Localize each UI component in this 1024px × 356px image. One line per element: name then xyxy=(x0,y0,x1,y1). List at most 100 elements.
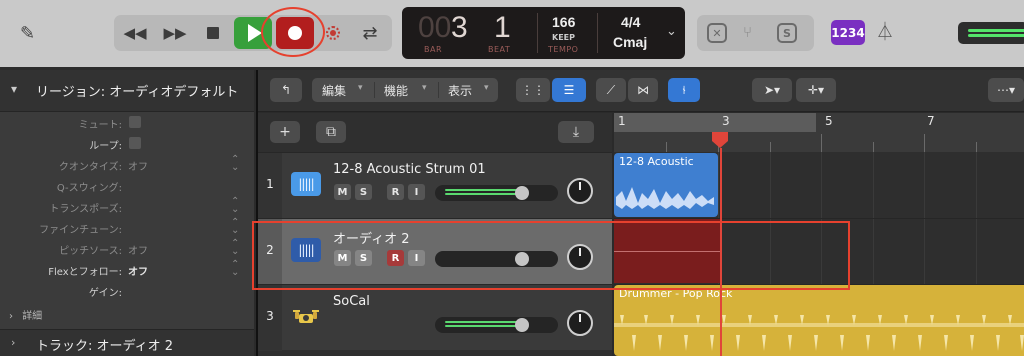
divider xyxy=(438,82,439,98)
metronome-icon[interactable]: ⏃ xyxy=(876,18,894,44)
disclosure-chevron-icon[interactable]: ▾ xyxy=(11,82,17,96)
master-level-meter xyxy=(958,22,1024,44)
key-value: Cmaj xyxy=(613,34,648,50)
chevron-right-icon[interactable]: › xyxy=(11,336,15,349)
loop-checkbox[interactable] xyxy=(129,137,141,149)
chevron-down-icon: ▾ xyxy=(358,83,363,93)
mute-button[interactable]: M xyxy=(334,184,351,200)
crosshair-icon: ✛▾ xyxy=(807,83,825,97)
track-name[interactable]: SoCal xyxy=(333,294,370,309)
volume-knob[interactable] xyxy=(515,318,529,332)
param-label: Q-スウィング: xyxy=(56,183,122,194)
menu-edit[interactable]: 編集 xyxy=(322,82,346,99)
lcd-display[interactable]: 00 3 1 BAR BEAT 166 KEEP TEMPO 4/4 Cmaj … xyxy=(402,7,685,59)
waveform-icon: ||||| xyxy=(298,177,314,191)
drummer-region[interactable]: Drummer - Pop Rock xyxy=(614,285,1024,356)
bar-leading-zeros: 00 xyxy=(418,11,452,44)
low-latency-icon[interactable]: ✕ xyxy=(707,23,727,43)
drum-kit-icon[interactable] xyxy=(291,304,321,328)
quantize-value[interactable]: オフ xyxy=(128,158,148,173)
detail-disclosure[interactable]: › 詳細 xyxy=(9,307,42,322)
snap-button[interactable]: ⫮ xyxy=(668,78,700,102)
stepper-icon[interactable]: ⌃ ⌄ xyxy=(231,155,239,173)
back-button[interactable]: ↰ xyxy=(270,78,302,102)
add-track-button[interactable]: + xyxy=(270,121,300,143)
secondary-tool-button[interactable]: ✛▾ xyxy=(796,78,836,102)
pan-knob[interactable] xyxy=(567,310,593,336)
selection-highlight-box xyxy=(252,221,850,290)
track-name[interactable]: 12-8 Acoustic Strum 01 xyxy=(333,162,486,177)
list-view-button[interactable]: ☰ xyxy=(552,78,586,102)
stepper-icon[interactable]: ⌃ ⌄ xyxy=(231,218,239,236)
fast-forward-button[interactable]: ▶▶ xyxy=(158,15,192,51)
tuner-icon[interactable]: ⑂ xyxy=(743,23,752,41)
volume-slider[interactable] xyxy=(435,317,558,333)
drum-hits-graphic xyxy=(614,315,1024,351)
mute-checkbox[interactable] xyxy=(129,116,141,128)
pitch-source-value[interactable]: オフ xyxy=(128,242,148,257)
list-icon: ☰ xyxy=(563,83,575,97)
solo-mode-icon[interactable]: S xyxy=(777,23,797,43)
beat-label: BEAT xyxy=(488,45,511,54)
lcd-chevron-down-icon[interactable]: ⌄ xyxy=(666,24,677,39)
stepper-icon[interactable]: ⌃ ⌄ xyxy=(231,197,239,215)
input-monitor-button[interactable]: I xyxy=(408,184,425,200)
arrow-up-icon: ↰ xyxy=(280,83,292,97)
param-flex-follow: Flexとフォロー: オフ ⌃ ⌄ xyxy=(0,259,254,280)
solo-button[interactable]: S xyxy=(355,184,372,200)
pan-knob[interactable] xyxy=(567,178,593,204)
cycle-region[interactable] xyxy=(614,113,816,132)
track-row[interactable]: 3 SoCal xyxy=(258,284,612,351)
automation-icon: ⟋ xyxy=(606,82,616,97)
duplicate-track-button[interactable]: ⧉ xyxy=(316,121,346,143)
cycle-button[interactable]: ⇄ xyxy=(354,15,386,51)
flex-follow-value[interactable]: オフ xyxy=(128,263,148,278)
ruler-tick xyxy=(873,142,874,152)
track-icon[interactable]: ||||| xyxy=(291,172,321,196)
volume-meter-right xyxy=(445,193,519,195)
timeline-ruler[interactable]: 1 3 5 7 xyxy=(614,113,1024,152)
param-q-swing: Q-スウィング: xyxy=(0,175,254,196)
tempo-label: TEMPO xyxy=(548,45,579,54)
ruler-marker: 1 xyxy=(618,114,626,128)
region-inspector-header[interactable]: ▾ リージョン: オーディオデフォルト xyxy=(0,70,254,112)
audio-region[interactable]: 12-8 Acoustic xyxy=(614,153,718,217)
download-button[interactable]: ⤓ xyxy=(558,121,594,143)
time-signature: 4/4 xyxy=(621,14,641,30)
menu-functions[interactable]: 機能 xyxy=(384,82,408,99)
plus-icon: + xyxy=(279,124,291,140)
stepper-icon[interactable]: ⌃ ⌄ xyxy=(231,239,239,257)
pointer-tool-button[interactable]: ➤▾ xyxy=(752,78,792,102)
record-enable-button[interactable]: R xyxy=(387,184,404,200)
more-button[interactable]: ⋯▾ xyxy=(988,78,1024,102)
rewind-button[interactable]: ◀◀ xyxy=(118,15,152,51)
chevron-right-icon: › xyxy=(9,311,13,322)
volume-meter-left xyxy=(445,321,519,323)
track-row[interactable]: 1 ||||| 12-8 Acoustic Strum 01 M S R I xyxy=(258,152,612,219)
region-inspector-title: リージョン: オーディオデフォルト xyxy=(36,85,239,100)
stepper-icon[interactable]: ⌃ ⌄ xyxy=(231,260,239,278)
flex-icon: ⋈ xyxy=(637,83,649,97)
param-gain: ゲイン: xyxy=(0,280,254,301)
count-in-button[interactable]: 1234 xyxy=(831,20,865,45)
download-icon: ⤓ xyxy=(572,124,580,140)
automation-button[interactable]: ⟋ xyxy=(596,78,626,102)
volume-knob[interactable] xyxy=(515,186,529,200)
volume-slider[interactable] xyxy=(435,185,558,201)
track-inspector-header[interactable]: › トラック: オーディオ 2 xyxy=(0,329,254,356)
menu-view[interactable]: 表示 xyxy=(448,82,472,99)
param-label: ファインチューン: xyxy=(39,225,122,236)
param-label: トランスポーズ: xyxy=(49,204,122,215)
stop-button[interactable] xyxy=(198,15,228,51)
mode-buttons: ✕ ⑂ S xyxy=(697,15,814,51)
play-icon xyxy=(247,24,262,42)
tracks-toolbar: ↰ 編集 ▾ 機能 ▾ 表示 ▾ ⋮⋮ ☰ ⟋ ⋈ ⫮ ➤▾ ✛▾ ⋯▾ xyxy=(258,70,1024,112)
track-header-toolbar: + ⧉ ⤓ xyxy=(258,113,612,152)
ruler-marker: 5 xyxy=(825,114,833,128)
ruler-tick xyxy=(666,142,667,152)
flex-button[interactable]: ⋈ xyxy=(628,78,658,102)
transport-controls: ◀◀ ▶▶ ⇄ xyxy=(114,15,392,51)
pencil-icon[interactable]: ✎ xyxy=(20,23,35,44)
grid-view-button[interactable]: ⋮⋮ xyxy=(516,78,550,102)
playhead-handle-icon[interactable] xyxy=(711,132,729,148)
